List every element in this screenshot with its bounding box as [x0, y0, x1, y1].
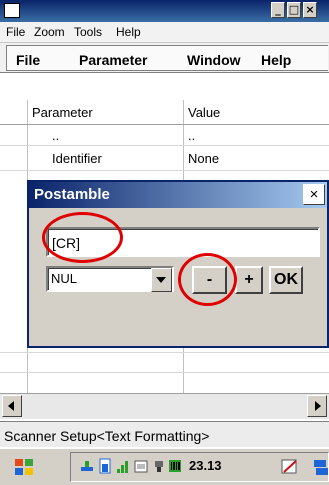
start-button[interactable]: [12, 455, 36, 479]
dialog-title-bar: Postamble ×: [29, 182, 327, 208]
grid-line: [0, 145, 329, 146]
windows-flag-icon: [15, 459, 33, 475]
scroll-left-button[interactable]: [2, 395, 22, 417]
horizontal-scrollbar[interactable]: [0, 393, 329, 419]
chevron-down-icon[interactable]: [151, 268, 172, 292]
row-0-value[interactable]: ..: [188, 128, 195, 143]
postamble-dialog: Postamble × [CR] NUL - + OK: [27, 180, 329, 348]
row-1-value[interactable]: None: [188, 151, 219, 166]
signal-icon[interactable]: [116, 458, 130, 474]
row-0-parameter[interactable]: ..: [52, 128, 59, 143]
app-menu-window[interactable]: Window: [187, 52, 241, 68]
app-menu-frame: File Parameter Window Help: [6, 45, 328, 71]
character-select[interactable]: NUL: [46, 266, 174, 292]
grid-line: [0, 372, 329, 373]
column-header-value[interactable]: Value: [188, 105, 220, 129]
keyboard-icon[interactable]: [134, 458, 148, 474]
app-icon: [4, 3, 20, 18]
dialog-close-button[interactable]: ×: [303, 184, 325, 205]
chevron-left-icon: [8, 401, 14, 411]
app-menu-bar: File Parameter Window Help: [0, 43, 329, 73]
grid-line: [0, 352, 329, 353]
close-window-button[interactable]: ×: [303, 2, 317, 18]
plug-icon[interactable]: [152, 458, 166, 474]
clock[interactable]: 23.13: [189, 458, 222, 473]
edit-icon[interactable]: [280, 458, 300, 474]
annotation-circle-remove: [178, 253, 237, 306]
app-menu-parameter[interactable]: Parameter: [79, 52, 148, 68]
maximize-button[interactable]: □: [287, 2, 301, 18]
character-select-value: NUL: [51, 271, 78, 286]
grid-line: [0, 170, 329, 171]
network-icon[interactable]: [80, 458, 94, 474]
app-menu-help[interactable]: Help: [261, 52, 291, 68]
scroll-right-button[interactable]: [307, 395, 327, 417]
status-bar: Scanner Setup<Text Formatting>: [0, 421, 329, 447]
annotation-circle-text: [42, 212, 123, 263]
app-menu-file[interactable]: File: [16, 52, 40, 68]
column-header-parameter[interactable]: Parameter: [32, 105, 93, 129]
barcode-icon[interactable]: [168, 458, 182, 474]
menu-file[interactable]: File: [6, 25, 25, 39]
status-text: Scanner Setup<Text Formatting>: [4, 428, 210, 444]
menu-zoom[interactable]: Zoom: [34, 25, 65, 39]
chevron-right-icon: [315, 401, 321, 411]
add-button[interactable]: +: [235, 266, 263, 294]
window-title-bar: _ □ ×: [0, 0, 329, 22]
battery-icon[interactable]: [98, 458, 112, 474]
row-1-parameter[interactable]: Identifier: [52, 151, 102, 166]
minimize-button[interactable]: _: [271, 2, 285, 18]
outer-menu-bar: File Zoom Tools Help: [0, 22, 329, 43]
window-switch-icon[interactable]: [312, 458, 329, 475]
menu-tools[interactable]: Tools: [74, 25, 102, 39]
menu-help[interactable]: Help: [116, 25, 141, 39]
ok-button[interactable]: OK: [269, 266, 303, 294]
dialog-title: Postamble: [34, 186, 110, 203]
